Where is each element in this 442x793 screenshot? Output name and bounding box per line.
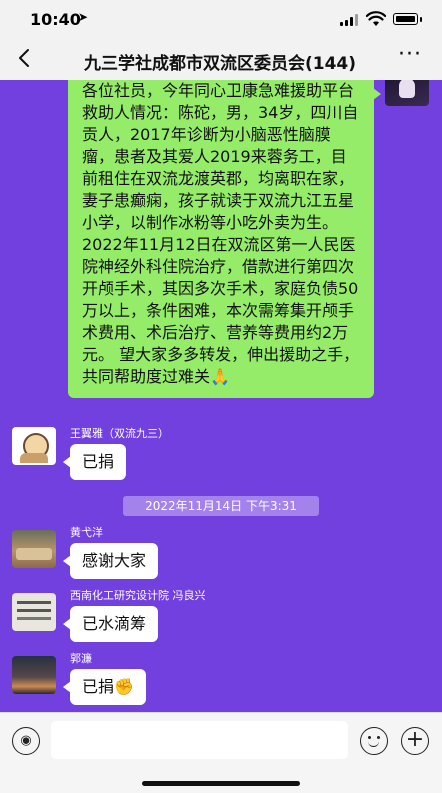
- avatar[interactable]: [12, 427, 56, 465]
- status-bar: 10:40 ➤: [0, 0, 442, 38]
- sender-name: 黄弋洋: [70, 526, 103, 539]
- timestamp-badge: 2022年11月14日 下午3:31: [123, 496, 319, 516]
- plus-icon[interactable]: +: [401, 727, 429, 755]
- chat-header: 九三学社成都市双流区委员会(144) ···: [0, 38, 442, 80]
- message-input[interactable]: [51, 721, 348, 759]
- self-avatar[interactable]: [385, 80, 429, 106]
- chat-title[interactable]: 九三学社成都市双流区委员会(144): [60, 49, 380, 74]
- battery-tip: [420, 17, 422, 22]
- avatar[interactable]: [12, 530, 56, 568]
- voice-icon[interactable]: ◉: [12, 727, 40, 755]
- signal-icon: [340, 14, 358, 26]
- incoming-message-bubble[interactable]: 感谢大家: [62, 543, 159, 579]
- home-indicator: [142, 781, 300, 786]
- incoming-message-bubble[interactable]: 已捐: [62, 444, 127, 480]
- location-arrow-icon: ➤: [78, 10, 89, 24]
- emoji-icon[interactable]: [360, 727, 388, 755]
- more-icon[interactable]: ···: [398, 42, 422, 67]
- avatar[interactable]: [12, 593, 56, 631]
- message-list[interactable]: 各位社员，今年同心卫康急难援助平台救助人情况：陈砣，男，34岁，四川自贡人，20…: [0, 80, 442, 712]
- avatar[interactable]: [12, 656, 56, 694]
- incoming-message-bubble[interactable]: 已水滴筹: [62, 606, 159, 642]
- sender-name: 西南化工研究设计院 冯良兴: [70, 589, 206, 602]
- sender-name: 郭濂: [70, 652, 92, 665]
- battery-icon: [393, 13, 418, 25]
- incoming-message-bubble[interactable]: 已捐✊: [63, 669, 146, 705]
- sender-name: 王翼雅（双流九三）: [70, 427, 169, 440]
- outgoing-message-bubble[interactable]: 各位社员，今年同心卫康急难援助平台救助人情况：陈砣，男，34岁，四川自贡人，20…: [68, 80, 381, 398]
- status-time: 10:40: [30, 10, 81, 29]
- wifi-icon: [366, 11, 386, 26]
- chevron-left-icon[interactable]: [14, 44, 36, 72]
